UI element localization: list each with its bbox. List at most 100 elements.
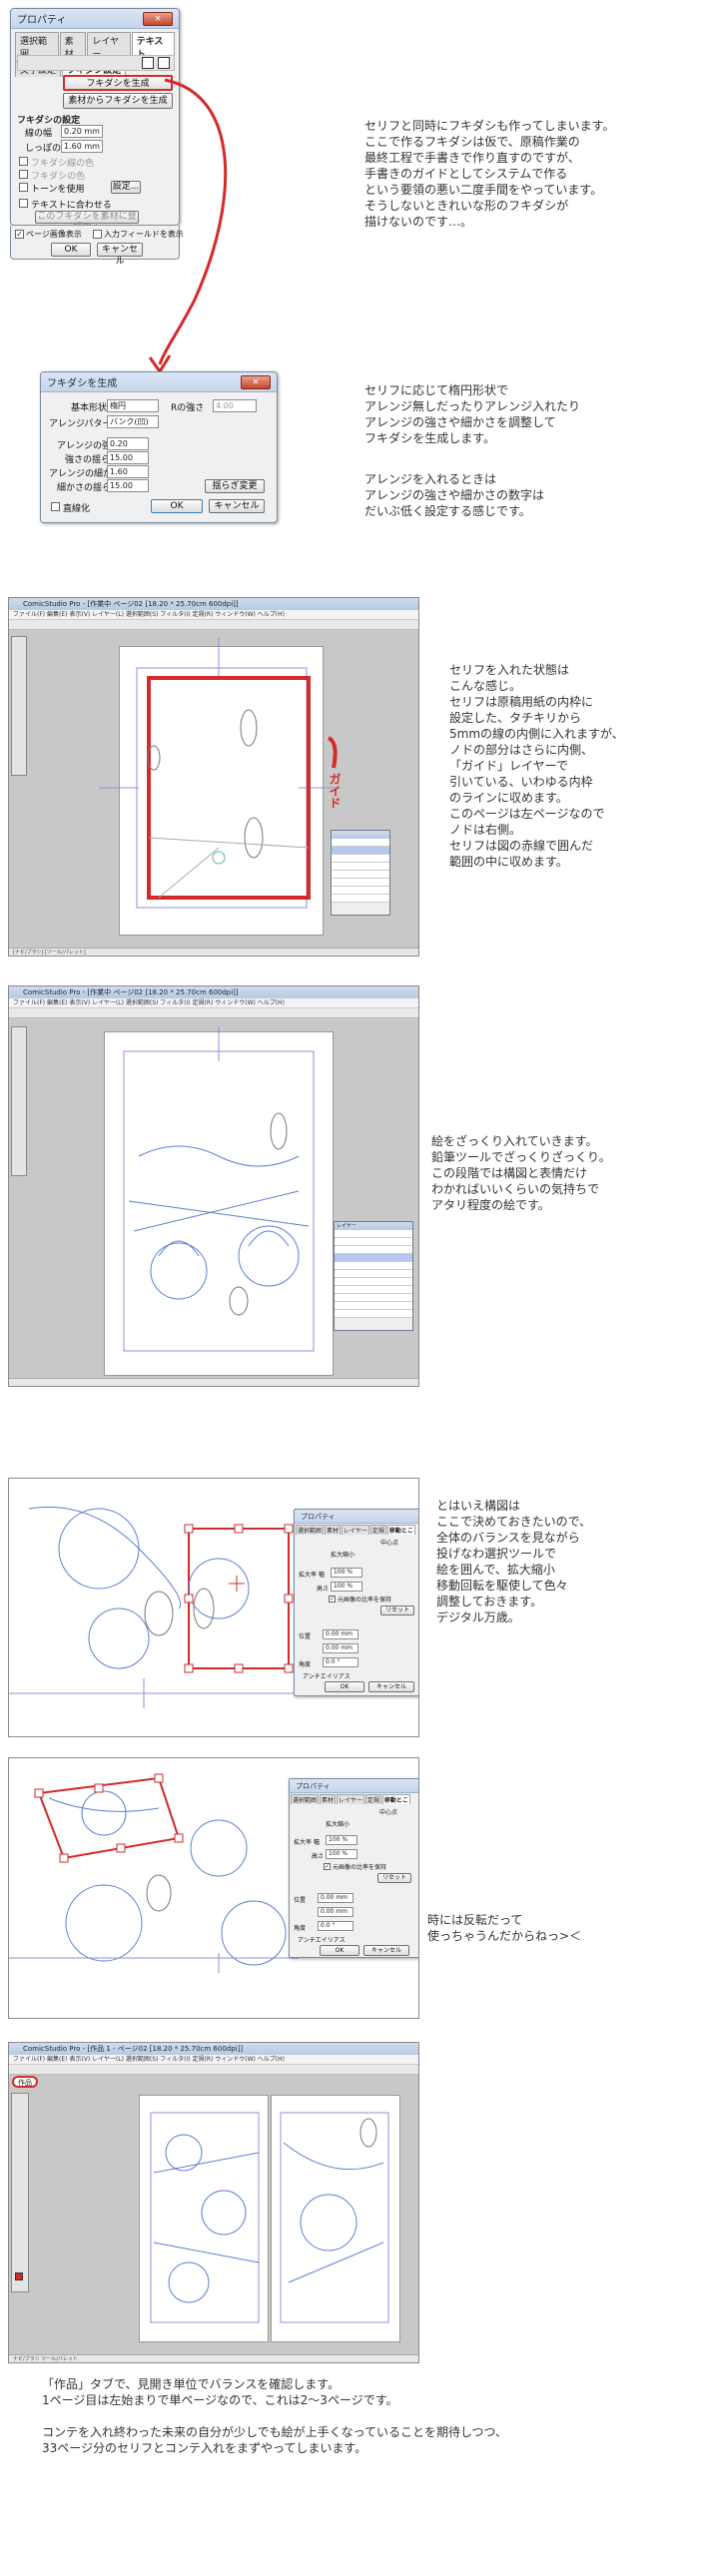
- position-x-field[interactable]: 0.00 mm: [323, 1629, 358, 1639]
- arrange-fine-field[interactable]: 1.60: [107, 465, 149, 478]
- spread-sketch: [150, 2112, 389, 2323]
- caption-3: アレンジを入れるときは アレンジの強さや細かさの数字は だいぶ低く設定する感じで…: [364, 472, 545, 518]
- arrange-strength-field[interactable]: 0.20: [107, 437, 149, 450]
- layer-row[interactable]: [335, 1246, 412, 1254]
- change-shake-button[interactable]: 揺らぎ変更: [205, 479, 265, 493]
- layer-row[interactable]: [335, 1286, 412, 1294]
- layer-row[interactable]: [335, 1238, 412, 1246]
- transform-properties-panel: プロパティ 選択範囲 素材 レイヤー 定規 移動とこ 中心点 拡大縮小 拡大率 …: [289, 1778, 418, 1958]
- layer-row[interactable]: [332, 879, 389, 887]
- layer-row[interactable]: [332, 887, 389, 895]
- generate-balloon-title: フキダシを生成: [47, 378, 118, 389]
- position-y-field[interactable]: 0.00 mm: [323, 1643, 358, 1653]
- straight-label: 直線化: [63, 504, 91, 514]
- layer-palette-title: レイヤー: [335, 1222, 412, 1230]
- screenshot-dialogue-layout: ComicStudio Pro - [作業中 ページ02 [18.20 * 25…: [8, 597, 419, 957]
- transform-type-label: 拡大縮小: [331, 1552, 355, 1559]
- layer-row[interactable]: [335, 1294, 412, 1302]
- panel-tabs: 選択範囲 素材 レイヤー 定規 移動とこ: [295, 1524, 418, 1536]
- reset-button[interactable]: リセット: [377, 1873, 411, 1883]
- angle-field[interactable]: 0.0 °: [318, 1921, 354, 1931]
- antialias-label: アンチエイリアス: [298, 1937, 346, 1944]
- mode-label: 中心点: [380, 1540, 399, 1547]
- tab-ruler[interactable]: 定規: [369, 1525, 386, 1535]
- basic-shape-select[interactable]: 楕円: [107, 399, 159, 412]
- guide-handwritten-label: ガイド: [328, 773, 342, 809]
- layer-row[interactable]: [335, 1310, 412, 1318]
- layer-row[interactable]: [332, 855, 389, 863]
- tab-selection[interactable]: 選択範囲: [296, 1525, 325, 1535]
- tab-selection[interactable]: 選択範囲: [291, 1794, 320, 1804]
- screenshot-rough-sketch: ComicStudio Pro - [作業中 ページ02 [18.20 * 25…: [8, 985, 419, 1387]
- position-y-field[interactable]: 0.00 mm: [318, 1907, 354, 1917]
- layer-row[interactable]: [335, 1270, 412, 1278]
- scale-width-field[interactable]: 100 %: [331, 1568, 362, 1578]
- scale-width-field[interactable]: 100 %: [326, 1835, 357, 1845]
- straight-checkbox[interactable]: [51, 502, 60, 511]
- scale-width-label: 拡大率 幅: [294, 1839, 320, 1846]
- layer-row[interactable]: [335, 1302, 412, 1310]
- fine-shrink-field[interactable]: 15.00: [107, 479, 149, 492]
- layer-row[interactable]: [332, 847, 389, 855]
- layer-row[interactable]: [332, 895, 389, 903]
- status-bar: ナビ/ブラシ ツール/パレット: [9, 2354, 418, 2362]
- caption-8: 「作品」タブで、見開き単位でバランスを確認します。 1ページ目は左始まりで単ペー…: [42, 2377, 507, 2455]
- tab-layer[interactable]: レイヤー: [342, 1525, 369, 1535]
- scale-height-label: 高さ: [317, 1586, 330, 1593]
- screenshot-works-spread: ComicStudio Pro - [作品 1 - ページ02 [18.20 *…: [8, 2042, 419, 2363]
- panel-title: プロパティ: [296, 1781, 331, 1790]
- keep-ratio-label: 元画像の比率を保持: [333, 1864, 387, 1871]
- cancel-button[interactable]: キャンセル: [209, 499, 265, 513]
- keep-ratio-label: 元画像の比率を保持: [338, 1597, 392, 1604]
- ok-button[interactable]: OK: [151, 499, 203, 513]
- ok-button[interactable]: OK: [325, 1681, 364, 1692]
- position-label: 位置: [299, 1633, 312, 1640]
- layer-row[interactable]: [332, 839, 389, 847]
- scale-height-field[interactable]: 100 %: [326, 1849, 357, 1859]
- caption-4: セリフを入れた状態は こんな感じ。 セリフは原稿用紙の内枠に 設定した、タチキリ…: [449, 663, 624, 869]
- scale-height-field[interactable]: 100 %: [331, 1582, 362, 1592]
- keep-ratio-checkbox[interactable]: ✓: [324, 1863, 331, 1870]
- mode-label: 中心点: [379, 1809, 398, 1816]
- layer-palette[interactable]: [331, 830, 390, 916]
- transform-properties-panel: プロパティ 選択範囲 素材 レイヤー 定規 移動とこ 中心点 拡大縮小 拡大率 …: [294, 1509, 418, 1696]
- layer-row[interactable]: [335, 1230, 412, 1238]
- layer-palette[interactable]: レイヤー: [334, 1221, 413, 1331]
- tab-move[interactable]: 移動とこ: [381, 1794, 410, 1804]
- layer-row[interactable]: [335, 1278, 412, 1286]
- generate-balloon-dialog: フキダシを生成 × 基本形状 楕円 Rの強さ 4.00 アレンジパターン バンク…: [40, 371, 278, 523]
- layer-row[interactable]: [332, 863, 389, 871]
- angle-field[interactable]: 0.0 °: [323, 1657, 358, 1667]
- scale-width-label: 拡大率 幅: [299, 1572, 325, 1579]
- keep-ratio-checkbox[interactable]: ✓: [329, 1596, 336, 1603]
- tab-ruler[interactable]: 定規: [364, 1794, 381, 1804]
- caption-1: セリフと同時にフキダシも作ってしまいます。 ここで作るフキダシは仮で、原稿作業の…: [364, 119, 615, 229]
- tab-material[interactable]: 素材: [325, 1525, 342, 1535]
- cancel-button[interactable]: キャンセル: [368, 1681, 414, 1692]
- r-strength-field[interactable]: 4.00: [213, 399, 257, 412]
- caption-7: 時には反転だって 使っちゃうんだからねっ>＜: [427, 1913, 582, 1943]
- generate-balloon-titlebar[interactable]: フキダシを生成 ×: [41, 372, 277, 392]
- reset-button[interactable]: リセット: [380, 1606, 414, 1615]
- cancel-button[interactable]: キャンセル: [363, 1945, 409, 1956]
- panel-titlebar[interactable]: プロパティ: [290, 1779, 418, 1793]
- close-icon[interactable]: ×: [241, 374, 271, 389]
- tab-move[interactable]: 移動とこ: [386, 1525, 415, 1535]
- ok-button[interactable]: OK: [320, 1945, 359, 1956]
- layer-row[interactable]: [335, 1254, 412, 1262]
- panel-tabs: 選択範囲 素材 レイヤー 定規 移動とこ: [290, 1793, 418, 1805]
- shrink-field[interactable]: 15.00: [107, 451, 149, 464]
- angle-label: 角度: [299, 1661, 312, 1668]
- caption-6: とはいえ構図は ここで決めておきたいので、 全体のバランスを見ながら 投げなわ選…: [436, 1499, 592, 1624]
- screenshot-transform-rotate: プロパティ 選択範囲 素材 レイヤー 定規 移動とこ 中心点 拡大縮小 拡大率 …: [8, 1757, 419, 2019]
- layer-row[interactable]: [332, 871, 389, 879]
- layer-row[interactable]: [335, 1262, 412, 1270]
- status-bar: [ナビ/ブラシ] [ツール/パレット]: [9, 948, 418, 956]
- screenshot-transform-scale: プロパティ 選択範囲 素材 レイヤー 定規 移動とこ 中心点 拡大縮小 拡大率 …: [8, 1478, 419, 1737]
- panel-titlebar[interactable]: プロパティ: [295, 1510, 418, 1524]
- arrange-pattern-select[interactable]: バンク(凹): [107, 415, 159, 428]
- tab-layer[interactable]: レイヤー: [337, 1794, 364, 1804]
- tab-material[interactable]: 素材: [320, 1794, 337, 1804]
- transform-type-label: 拡大縮小: [326, 1821, 351, 1828]
- position-x-field[interactable]: 0.00 mm: [318, 1893, 354, 1903]
